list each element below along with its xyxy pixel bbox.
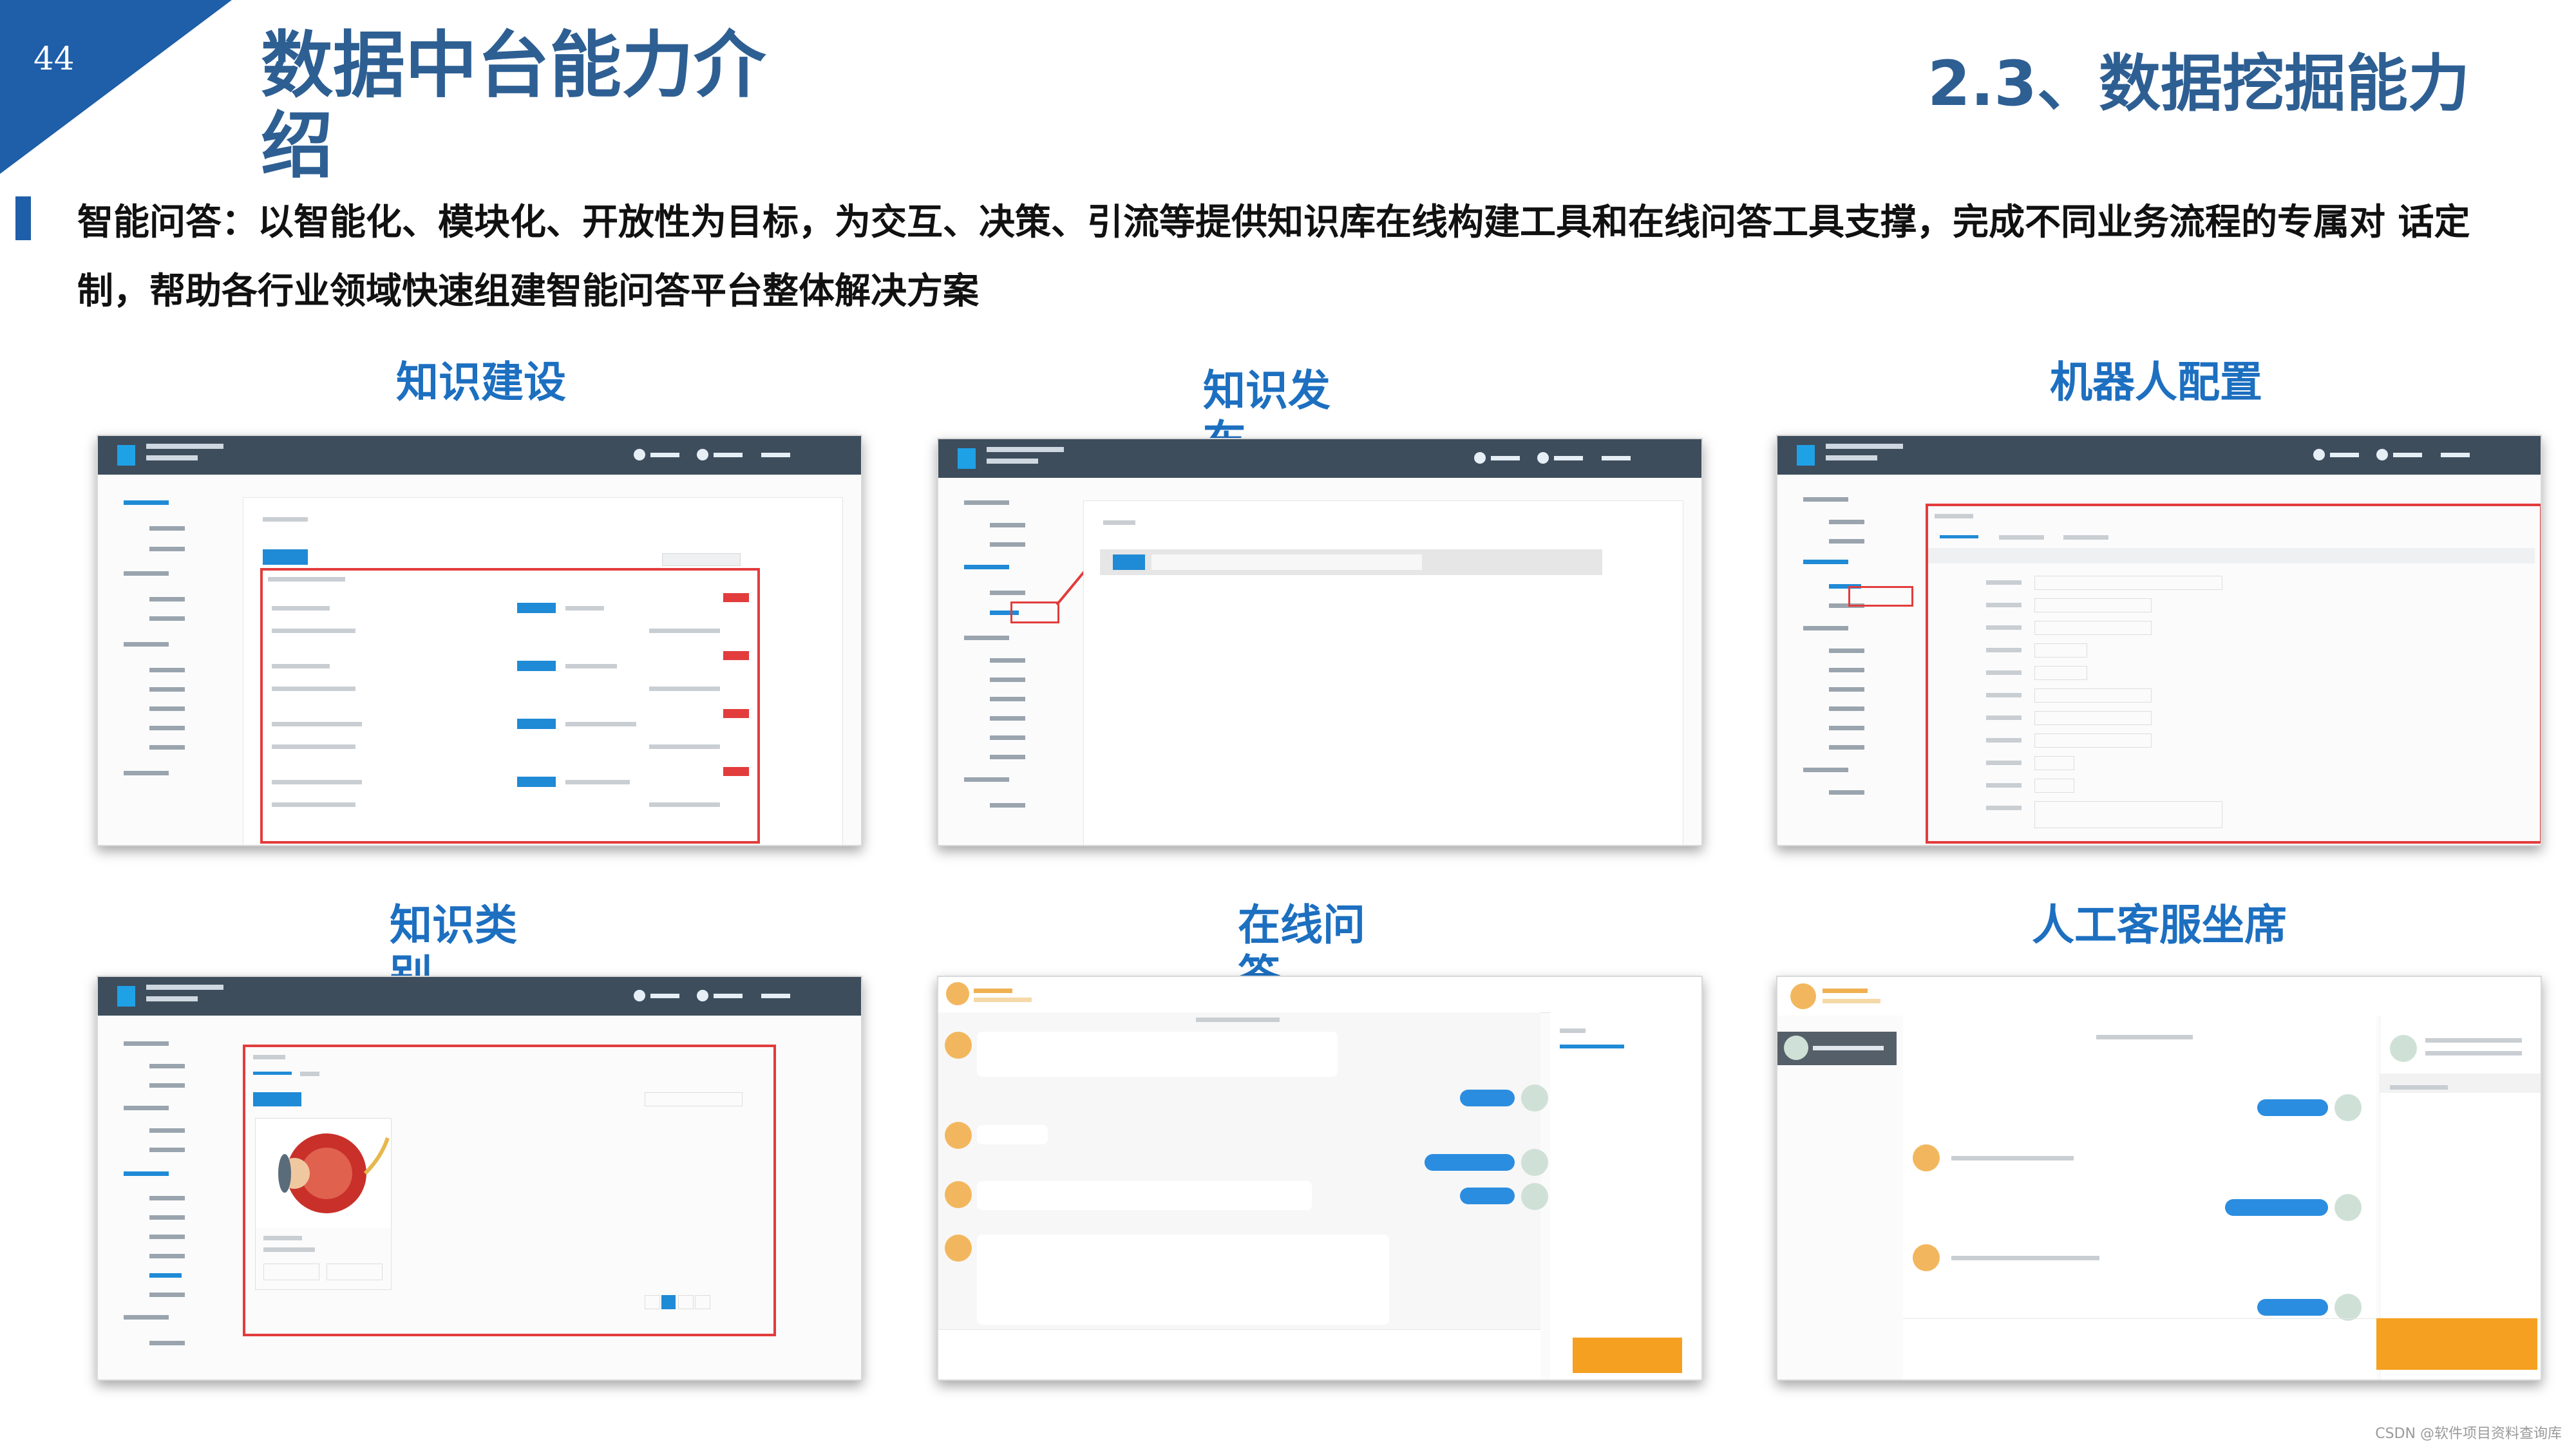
app-logo-icon [958,448,976,469]
screenshot-knowledge-build [97,435,862,846]
highlight-frame [1926,504,2541,844]
page-title: 数据中台能力介绍 [261,24,766,188]
eye-anatomy-image [256,1119,391,1228]
app-topbar [938,439,1701,478]
highlight-frame [260,568,760,844]
app-sidebar [124,488,227,845]
highlight-frame [243,1045,776,1336]
section-label-robot-config: 机器人配置 [2050,357,2262,407]
screenshot-knowledge-publish [937,438,1703,846]
section-label-knowledge-build: 知识建设 [396,357,566,407]
app-logo-icon [117,986,135,1007]
description-accent-bar [15,196,31,240]
screenshot-knowledge-category [97,976,862,1381]
app-sidebar [1803,488,1906,845]
section-label-agent-seat: 人工客服坐席 [2032,900,2287,950]
screenshot-robot-config [1776,435,2542,846]
app-topbar [98,977,861,1016]
screenshot-online-qa [937,976,1703,1381]
app-topbar [1777,436,2541,475]
section-subtitle: 2.3、数据挖掘能力 [1927,48,2470,120]
bot-logo-icon [946,982,969,1005]
send-button[interactable] [2376,1318,2537,1370]
corner-triangle [0,0,232,174]
watermark: CSDN @软件项目资料查询库 [2375,1426,2562,1442]
agent-logo-icon [1790,983,1816,1009]
screenshot-agent-seat [1776,976,2542,1381]
send-button[interactable] [1573,1338,1682,1373]
description-text: 智能问答：以智能化、模块化、开放性为目标，为交互、决策、引流等提供知识库在线构建… [77,202,2470,312]
app-topbar [98,436,861,475]
app-sidebar [964,491,1067,845]
app-logo-icon [1797,445,1815,466]
app-sidebar [124,1028,227,1379]
page-number: 44 [33,40,75,77]
app-logo-icon [117,445,135,466]
